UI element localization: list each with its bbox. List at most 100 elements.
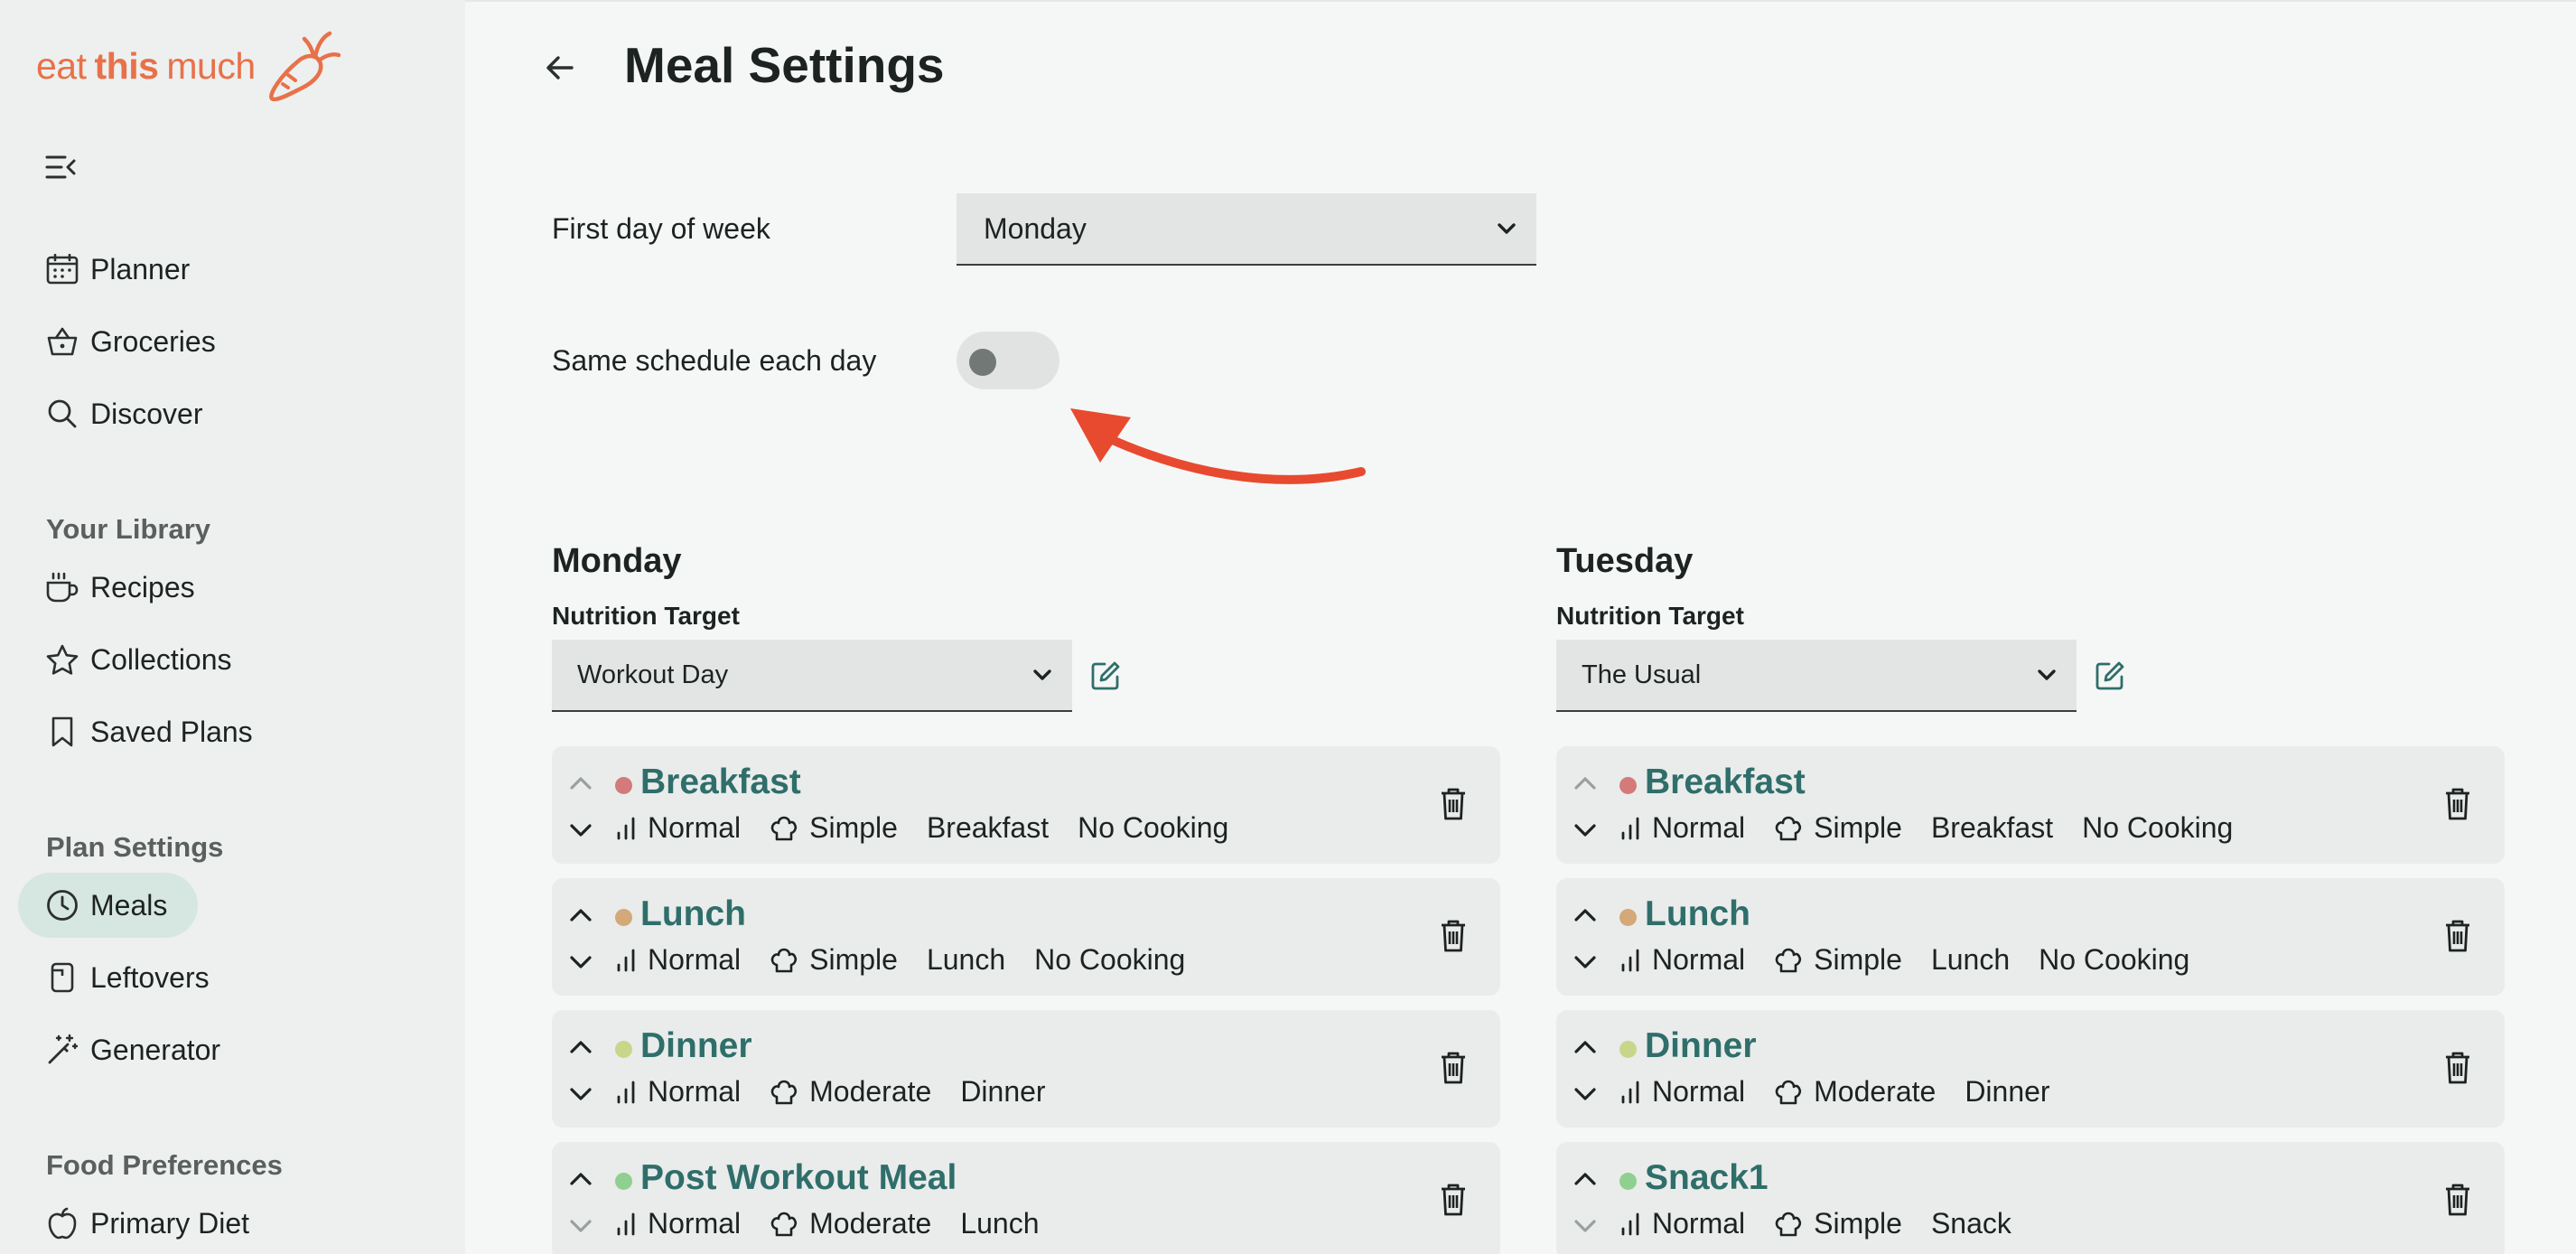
meal-color-dot [615,1041,632,1058]
nutrition-target-row: Workout Day [552,640,1500,712]
meal-name[interactable]: Breakfast [640,763,801,802]
move-down-icon[interactable] [1573,1086,1598,1102]
calendar-icon [45,252,79,286]
wand-icon [45,1033,79,1067]
meal-card-breakfast: Breakfast Normal Simple Breakfast No Coo… [1556,746,2505,864]
bookmark-icon [45,715,79,749]
meal-complexity-tag: Moderate [770,1207,931,1240]
meal-name[interactable]: Dinner [1645,1026,1757,1066]
sidebar-item-meals[interactable]: Meals [18,873,199,938]
meal-size: Normal [1652,1207,1746,1240]
move-down-icon[interactable] [1573,822,1598,838]
move-up-icon[interactable] [568,1171,593,1187]
meal-name[interactable]: Breakfast [1645,763,1806,802]
trash-icon[interactable] [2443,1182,2472,1218]
meal-complexity: Simple [1814,811,1902,844]
sidebar-item-recipes[interactable]: Recipes [18,555,195,620]
meal-size-tag: Normal [615,811,741,845]
meal-complexity-tag: Moderate [1774,1075,1936,1109]
sidebar-item-label: Generator [90,1033,221,1066]
sidebar-item-primary-diet[interactable]: Primary Diet [18,1191,249,1254]
move-down-icon[interactable] [568,954,593,970]
section-heading-food-preferences: Food Preferences [46,1149,283,1181]
meal-color-dot [615,1173,632,1190]
nutrition-target-select[interactable]: The Usual [1556,640,2077,712]
move-down-icon[interactable] [568,1218,593,1234]
meal-complexity-tag: Simple [770,811,898,845]
logo-text-suffix: much [166,44,256,87]
sidebar-item-label: Collections [90,642,232,676]
chef-hat-icon [770,948,798,972]
meal-size-tag: Normal [1619,1075,1745,1109]
main-content: Meal Settings First day of week Monday S… [465,0,2576,1254]
sidebar-item-leftovers[interactable]: Leftovers [18,945,210,1010]
meal-cooking-tag: No Cooking [2082,811,2234,844]
move-up-icon[interactable] [568,907,593,923]
move-up-icon[interactable] [568,775,593,791]
cup-icon [45,570,79,604]
move-up-icon[interactable] [1573,1171,1598,1187]
edit-icon[interactable] [2095,660,2125,691]
sidebar-item-generator[interactable]: Generator [18,1017,220,1082]
sidebar-item-label: Meals [90,888,168,922]
chef-hat-icon [770,816,798,840]
move-up-icon[interactable] [1573,907,1598,923]
move-up-icon[interactable] [568,1039,593,1055]
day-title: Tuesday [1556,542,1694,580]
move-up-icon[interactable] [1573,1039,1598,1055]
nutrition-target-select[interactable]: Workout Day [552,640,1072,712]
back-button[interactable] [541,49,579,87]
meal-name[interactable]: Lunch [1645,894,1750,934]
meal-type-tag: Lunch [960,1207,1040,1240]
meal-color-dot [1619,909,1637,926]
trash-icon[interactable] [2443,786,2472,822]
meal-type-tag: Lunch [926,943,1006,976]
move-down-icon[interactable] [1573,1218,1598,1234]
day-title: Monday [552,542,682,580]
container-icon [45,960,79,995]
chevron-down-icon [2038,669,2056,680]
edit-icon[interactable] [1090,660,1121,691]
sidebar-item-label: Discover [90,397,203,430]
move-down-icon[interactable] [568,822,593,838]
collapse-menu-icon [45,155,76,179]
day-column-tuesday: Tuesday Nutrition Target The Usual Break… [1556,542,2505,1254]
sidebar-item-discover[interactable]: Discover [18,381,202,446]
same-schedule-toggle[interactable] [957,332,1059,389]
move-down-icon[interactable] [1573,954,1598,970]
move-up-icon[interactable] [1573,775,1598,791]
meal-card-post-workout: Post Workout Meal Normal Moderate Lunch [552,1142,1500,1254]
meal-name[interactable]: Dinner [640,1026,752,1066]
trash-icon[interactable] [2443,1050,2472,1086]
meal-size: Normal [648,1207,742,1240]
move-down-icon[interactable] [568,1086,593,1102]
meal-complexity: Simple [809,943,898,976]
sidebar-item-collections[interactable]: Collections [18,627,232,692]
meal-complexity-tag: Simple [770,943,898,977]
trash-icon[interactable] [1439,1050,1468,1086]
sidebar-item-saved-plans[interactable]: Saved Plans [18,699,253,764]
collapse-sidebar-button[interactable] [45,154,78,181]
first-day-select[interactable]: Monday [957,193,1536,266]
sidebar-item-planner[interactable]: Planner [18,237,190,302]
bar-chart-icon [617,949,635,971]
sidebar-item-groceries[interactable]: Groceries [18,309,216,374]
meal-name[interactable]: Lunch [640,894,746,934]
section-heading-library: Your Library [46,513,211,545]
apple-icon [45,1206,79,1240]
meal-complexity-tag: Moderate [770,1075,931,1109]
trash-icon[interactable] [1439,786,1468,822]
nutrition-target-label: Nutrition Target [1556,602,1744,630]
meal-type-tag: Breakfast [1930,811,2054,844]
trash-icon[interactable] [1439,918,1468,954]
bar-chart-icon [617,1081,635,1103]
logo[interactable]: eat this much [36,25,341,107]
trash-icon[interactable] [1439,1182,1468,1218]
meal-size-tag: Normal [1619,943,1745,977]
meal-size: Normal [1652,943,1746,976]
meal-name[interactable]: Snack1 [1645,1158,1769,1198]
meal-tags: Normal Moderate Dinner [615,1075,1075,1109]
meal-tags: Normal Simple Breakfast No Cooking [615,811,1257,845]
trash-icon[interactable] [2443,918,2472,954]
meal-name[interactable]: Post Workout Meal [640,1158,957,1198]
